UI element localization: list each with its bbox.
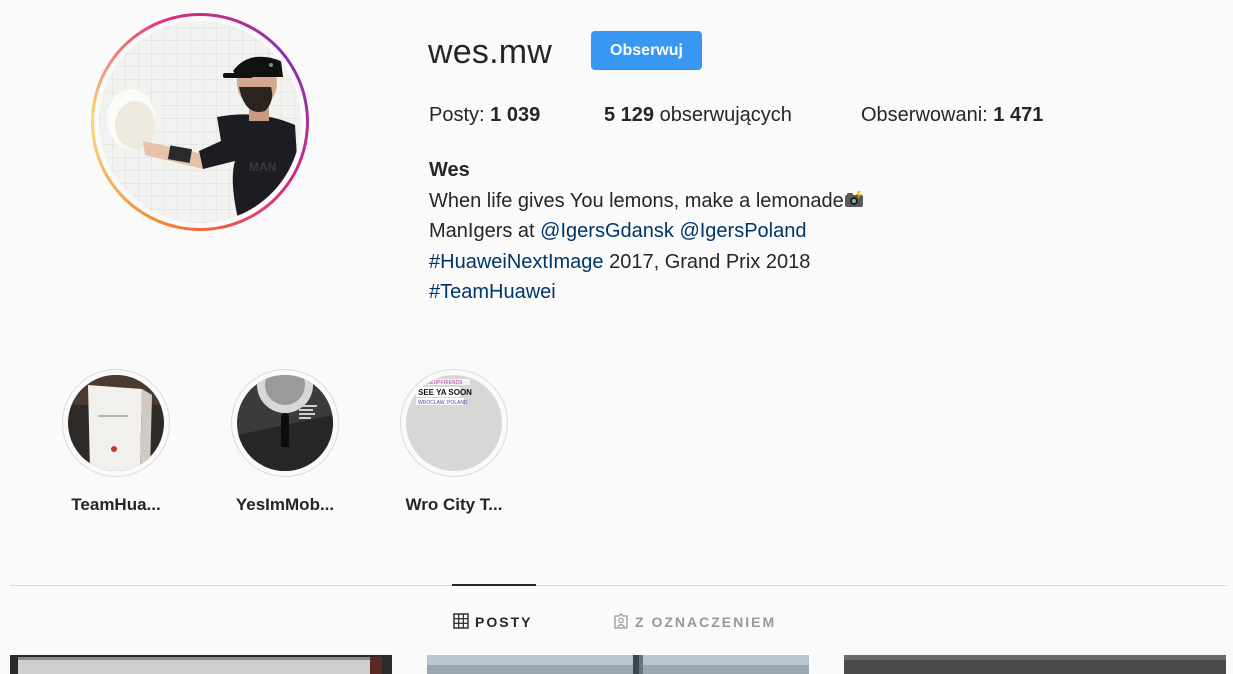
post-thumbnail[interactable] [10, 655, 392, 674]
highlight-ring[interactable] [62, 369, 170, 477]
followers-count[interactable]: 5 129 [604, 104, 654, 126]
profile-avatar-ring[interactable]: MAN [91, 13, 309, 231]
avatar[interactable]: MAN [99, 21, 301, 223]
highlight-cover [237, 375, 333, 471]
posts-count: 1 039 [490, 104, 541, 126]
post-thumbnail[interactable] [427, 655, 809, 674]
highlight-story-location: WROCLAW, POLAND [418, 400, 468, 406]
tabs-divider [10, 585, 1227, 586]
highlight-cover [68, 375, 164, 471]
full-name: Wes [429, 159, 470, 181]
highlight-story-headline: SEE YA SOON [418, 388, 472, 397]
following-label[interactable]: Obserwowani: [861, 104, 988, 126]
highlight-ring[interactable]: #LAKEUPFRIENDS SEE YA SOON WROCLAW, POLA… [400, 369, 508, 477]
tab-tagged-label[interactable]: Z OZNACZENIEM [635, 614, 776, 630]
svg-text:MAN: MAN [249, 160, 276, 174]
bio-line-3: #HuaweiNextImage 2017, Grand Prix 2018 [429, 247, 864, 278]
mention-link-igersgdansk[interactable]: @IgersGdansk [540, 220, 674, 242]
highlight-label[interactable]: TeamHua... [41, 494, 191, 516]
bio-text: 2017, Grand Prix 2018 [603, 250, 811, 273]
grid-icon [453, 613, 469, 629]
following-stat[interactable]: Obserwowani: 1 471 [861, 102, 1043, 128]
posts-count-stat: Posty: 1 039 [429, 102, 540, 128]
bio-text: When life gives You lemons, make a lemon… [429, 189, 844, 212]
active-tab-indicator [452, 584, 536, 586]
highlight-cover: #LAKEUPFRIENDS SEE YA SOON WROCLAW, POLA… [406, 375, 502, 471]
story-highlight-teamhuawei[interactable]: TeamHua... [41, 369, 191, 516]
bio-text: ManIgers at [429, 220, 541, 242]
posts-label: Posty: [429, 104, 485, 126]
story-highlight-wro-city[interactable]: #LAKEUPFRIENDS SEE YA SOON WROCLAW, POLA… [379, 369, 529, 516]
story-highlight-yesimmobile[interactable]: YesImMob... [210, 369, 360, 516]
tab-tagged[interactable]: Z OZNACZENIEM [613, 613, 776, 631]
followers-label[interactable]: obserwujących [660, 104, 792, 126]
following-count[interactable]: 1 471 [993, 104, 1043, 126]
tab-posts-label[interactable]: POSTY [475, 614, 532, 630]
bio-line-1: When life gives You lemons, make a lemon… [429, 186, 864, 217]
bio-line-2: ManIgers at @IgersGdansk @IgersPoland [429, 216, 864, 247]
highlight-story-tag: #LAKEUPFRIENDS [418, 380, 463, 386]
bio-line-4: #TeamHuawei [429, 277, 864, 308]
mention-link-igerspoland[interactable]: @IgersPoland [679, 220, 806, 242]
tab-posts[interactable]: POSTY [453, 613, 532, 631]
tagged-person-icon [613, 613, 629, 629]
follow-button[interactable]: Obserwuj [591, 31, 702, 70]
username: wes.mw [428, 33, 552, 71]
highlight-label[interactable]: YesImMob... [210, 494, 360, 516]
post-thumbnail[interactable] [844, 655, 1226, 674]
profile-photo: MAN [107, 56, 301, 223]
profile-bio: Wes When life gives You lemons, make a l… [429, 155, 864, 308]
highlight-ring[interactable] [231, 369, 339, 477]
followers-stat[interactable]: 5 129 obserwujących [604, 102, 792, 128]
hashtag-link-teamhuawei[interactable]: #TeamHuawei [429, 281, 556, 303]
hashtag-link-huaweinextimage[interactable]: #HuaweiNextImage [429, 251, 604, 273]
camera-with-flash-icon [844, 187, 864, 207]
highlight-label[interactable]: Wro City T... [379, 494, 529, 516]
